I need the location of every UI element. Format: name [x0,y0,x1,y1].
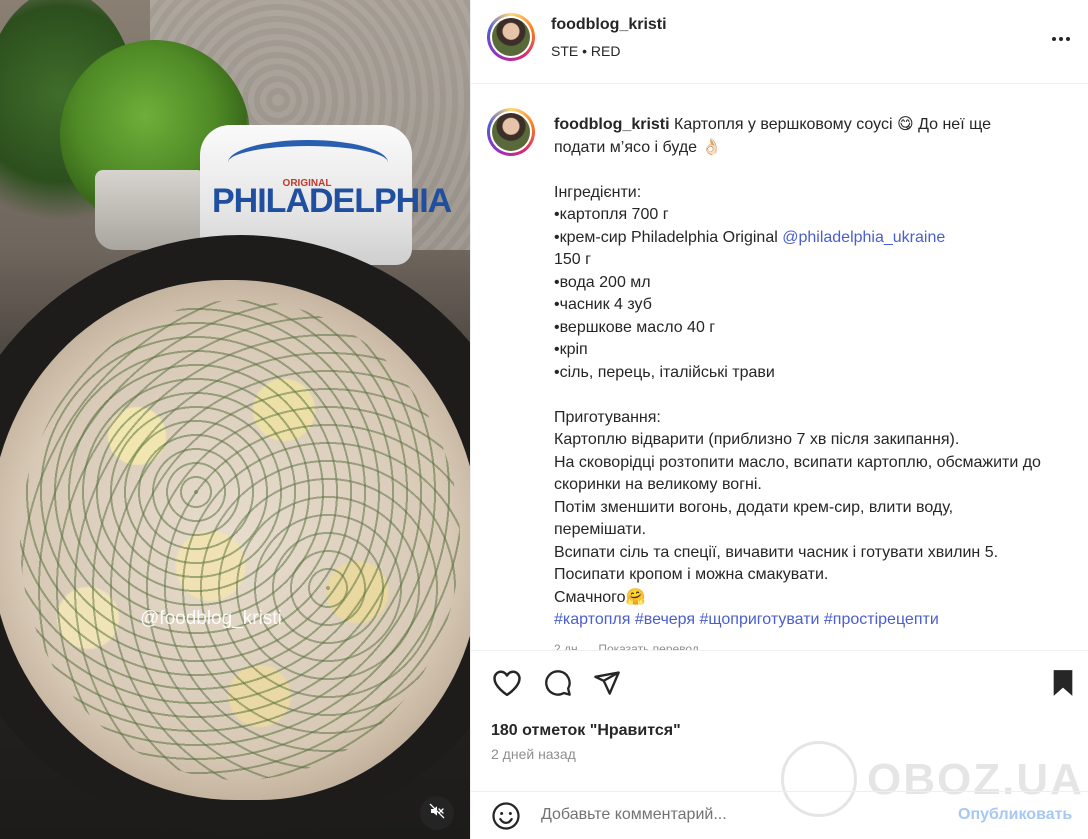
ingredient-item-cont: 150 г [554,251,591,268]
ingredient-item: •картопля 700 г [554,206,669,223]
ingredient-item: •вода 200 мл [554,273,651,291]
post-panel: foodblog_kristi STE • RED foodblog_krist… [470,0,1088,839]
method-step: Посипати кропом і можна смакувати. [554,566,829,583]
plant-pot [95,170,205,250]
comment-icon [544,669,572,702]
paper-plane-icon [593,669,621,702]
ingredient-item: •вершкове масло 40 г [554,318,716,336]
method-step: Потім зменшити вогонь, додати крем-сир, … [554,498,954,539]
comment-row: Опубликовать [471,791,1088,839]
image-handle-overlay: @foodblog_kristi [140,608,282,629]
hashtags[interactable]: #картопля #вечеря #щоприготувати #прості… [554,609,1044,632]
like-button[interactable] [491,669,523,701]
ingredients-title: Інгредієнти: [554,183,642,201]
post-header: foodblog_kristi STE • RED [471,0,1088,84]
share-button[interactable] [591,669,623,701]
save-button[interactable] [1047,669,1079,701]
method-step: Смачного🤗 [554,588,646,606]
post-comment-button[interactable]: Опубликовать [958,806,1072,824]
ingredient-item: •сіль, перець, італійські трави [554,363,775,381]
method-title: Приготування: [554,408,661,426]
actions-section: 180 отметок "Нравится" 2 дней назад OBOZ… [471,650,1088,839]
header-subtitle[interactable]: STE • RED [551,43,620,59]
caption-text: foodblog_kristi Картопля у вершковому со… [554,114,1044,650]
emoji-button[interactable] [491,801,521,836]
caption-time[interactable]: 2 дн. [554,642,581,651]
post-date[interactable]: 2 дней назад [491,746,576,762]
header-avatar[interactable] [487,13,535,61]
caption-avatar[interactable] [487,108,535,156]
dill-garnish [20,300,460,780]
caption-username[interactable]: foodblog_kristi [554,116,670,133]
more-options-button[interactable] [1048,26,1074,52]
likes-count[interactable]: 180 отметок "Нравится" [491,722,681,740]
product-label: PHILADELPHIA [212,182,452,220]
bookmark-icon [1051,669,1075,702]
ingredient-item: •кріп [554,341,588,358]
caption-meta: 2 дн. Показать перевод [554,638,1044,651]
method-step: На сковорідці розтопити масло, всипати к… [554,453,1041,494]
ingredient-item: •крем-сир Philadelphia Original [554,228,783,246]
caption-area[interactable]: foodblog_kristi Картопля у вершковому со… [471,84,1088,650]
method-step: Картоплю відварити (приблизно 7 хв після… [554,431,960,448]
header-username[interactable]: foodblog_kristi [551,16,667,34]
ingredient-item: •часник 4 зуб [554,296,652,313]
comment-button[interactable] [542,669,574,701]
smiley-icon [491,802,521,835]
more-horizontal-icon [1052,37,1056,41]
method-step: Всипати сіль та спеції, вичавити часник … [554,543,999,561]
post-image[interactable]: ORIGINAL PHILADELPHIA @foodblog_kristi [0,0,470,839]
comment-input[interactable] [541,806,911,824]
mute-button[interactable] [420,796,454,830]
heart-icon [492,669,522,702]
translate-link[interactable]: Показать перевод [598,642,699,651]
speaker-muted-icon [429,803,445,824]
mention-link[interactable]: @philadelphia_ukraine [782,229,945,246]
